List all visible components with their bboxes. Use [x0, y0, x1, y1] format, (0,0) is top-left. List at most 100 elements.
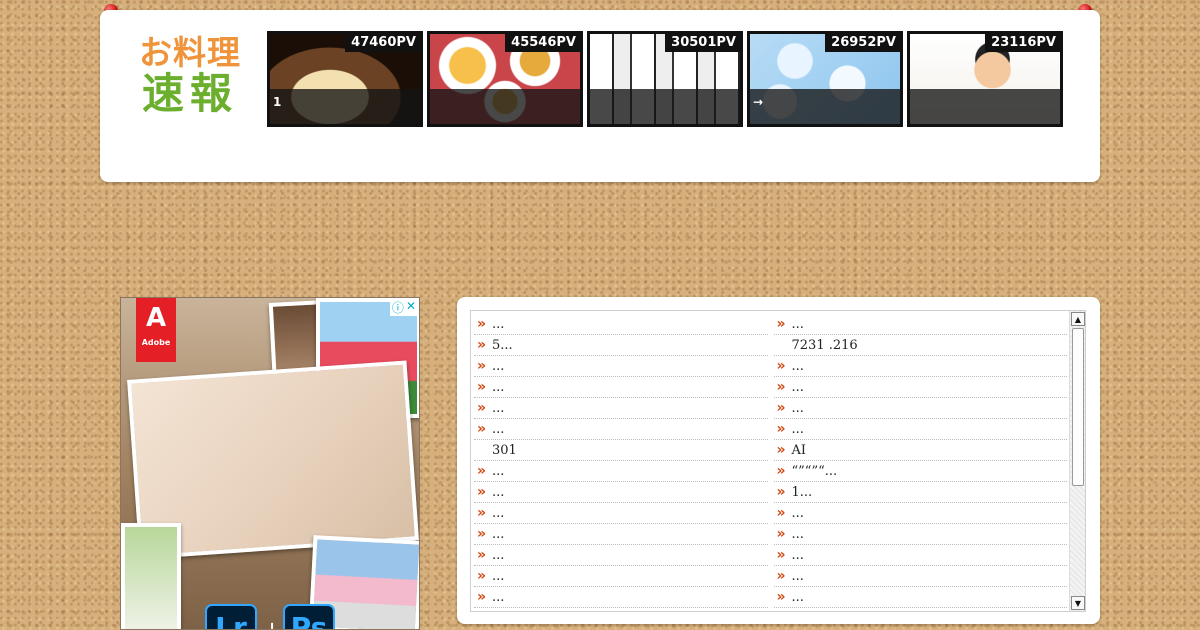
article-list-right: »...»7231 .216»...»...»...»...»AI»“”“”“.… — [773, 314, 1067, 608]
article-list-item[interactable]: »... — [474, 419, 768, 440]
double-chevron-right-icon: » — [776, 547, 786, 563]
article-list-item[interactable]: » 1... — [773, 482, 1067, 503]
article-list-item[interactable]: »... — [474, 503, 768, 524]
article-list-item[interactable]: »301 — [474, 440, 768, 461]
thumb-caption: → — [750, 89, 900, 124]
thumb-caption: 1 — [270, 89, 420, 124]
article-title[interactable]: ... — [492, 401, 504, 416]
ranking-thumbnails: 47460PV 1 45546PV 30501PV 26952PV → 2311… — [267, 31, 1063, 127]
article-list-item[interactable]: »... — [474, 482, 768, 503]
article-title[interactable]: 1... — [792, 485, 813, 500]
scroll-thumb[interactable] — [1072, 328, 1084, 486]
article-title[interactable]: ... — [792, 380, 804, 395]
article-list-item[interactable]: »... — [773, 545, 1067, 566]
article-title[interactable]: ... — [492, 548, 504, 563]
plus-sign: + — [262, 616, 283, 630]
double-chevron-right-icon: » — [477, 589, 487, 605]
ranking-thumb-3[interactable]: 30501PV — [587, 31, 743, 127]
adobe-text: Adobe — [141, 338, 171, 347]
article-title[interactable]: ... — [792, 506, 804, 521]
article-list-item[interactable]: »7231 .216 — [773, 335, 1067, 356]
ranking-thumb-1[interactable]: 47460PV 1 — [267, 31, 423, 127]
article-title[interactable]: ... — [792, 569, 804, 584]
double-chevron-right-icon: » — [477, 316, 487, 332]
double-chevron-right-icon: » — [776, 526, 786, 542]
scroll-down-icon[interactable]: ▼ — [1071, 596, 1085, 610]
pv-count: 47460PV — [345, 34, 420, 52]
double-chevron-right-icon: » — [776, 505, 786, 521]
article-list-item[interactable]: »... — [773, 314, 1067, 335]
article-title[interactable]: ... — [792, 422, 804, 437]
article-title[interactable]: ... — [492, 485, 504, 500]
double-chevron-right-icon: » — [477, 463, 487, 479]
article-title[interactable]: ... — [792, 527, 804, 542]
article-title[interactable]: 7231 .216 — [792, 338, 858, 353]
scroll-up-icon[interactable]: ▲ — [1071, 312, 1085, 326]
scrollbar[interactable]: ▲ ▼ — [1069, 311, 1085, 611]
article-list-item[interactable]: »... — [773, 377, 1067, 398]
double-chevron-right-icon: » — [776, 316, 786, 332]
article-list-item[interactable]: »... — [773, 419, 1067, 440]
article-list-item[interactable]: »... — [773, 356, 1067, 377]
article-list-item[interactable]: »... — [773, 587, 1067, 608]
article-list-item[interactable]: »... — [474, 356, 768, 377]
article-title[interactable]: ... — [492, 317, 504, 332]
article-title[interactable]: ... — [792, 401, 804, 416]
article-list-item[interactable]: »... — [773, 566, 1067, 587]
article-list-item[interactable]: »... — [773, 398, 1067, 419]
article-list-item[interactable]: » 5... — [474, 335, 768, 356]
article-title[interactable]: ... — [792, 590, 804, 605]
article-title[interactable]: “”“”“... — [792, 464, 838, 479]
article-list-item[interactable]: »... — [474, 524, 768, 545]
article-list-item[interactable]: »... — [474, 587, 768, 608]
double-chevron-right-icon: » — [477, 547, 487, 563]
ranking-thumb-2[interactable]: 45546PV — [427, 31, 583, 127]
article-title[interactable]: 5... — [492, 338, 513, 353]
pv-count: 45546PV — [505, 34, 580, 52]
article-title[interactable]: ... — [492, 359, 504, 374]
double-chevron-right-icon: » — [776, 421, 786, 437]
article-list-item[interactable]: » ... — [474, 566, 768, 587]
article-title[interactable]: ... — [492, 506, 504, 521]
ranking-thumb-4[interactable]: 26952PV → — [747, 31, 903, 127]
double-chevron-right-icon: » — [776, 442, 786, 458]
info-icon[interactable]: ⓘ — [392, 299, 404, 316]
article-title[interactable]: AI — [792, 443, 807, 458]
article-list-item[interactable]: »... — [773, 524, 1067, 545]
article-title[interactable]: ... — [492, 527, 504, 542]
article-list-item[interactable]: »... — [474, 314, 768, 335]
double-chevron-right-icon: » — [477, 568, 487, 584]
article-title[interactable]: ... — [492, 380, 504, 395]
article-title[interactable]: ... — [792, 359, 804, 374]
site-logo[interactable]: お料理 速報 — [135, 33, 245, 117]
article-title[interactable]: ... — [792, 317, 804, 332]
article-list-item[interactable]: » “”“”“... — [773, 461, 1067, 482]
article-title[interactable]: ... — [792, 548, 804, 563]
double-chevron-right-icon: » — [776, 400, 786, 416]
pv-count: 30501PV — [665, 34, 740, 52]
article-title[interactable]: ... — [492, 464, 504, 479]
double-chevron-right-icon: » — [776, 568, 786, 584]
article-list-item[interactable]: »... — [474, 461, 768, 482]
article-list-item[interactable]: »... — [474, 545, 768, 566]
article-list-frame: »...»5...»...»...»...»...»301»...»...»..… — [470, 310, 1086, 612]
double-chevron-right-icon: » — [477, 358, 487, 374]
logo-top-text: お料理 — [139, 33, 241, 72]
article-title[interactable]: 301 — [492, 443, 517, 458]
article-list-item[interactable]: »... — [474, 377, 768, 398]
ad-photo — [121, 523, 181, 629]
article-title[interactable]: ... — [492, 422, 504, 437]
article-list-item[interactable]: »... — [474, 398, 768, 419]
article-title[interactable]: ... — [492, 590, 504, 605]
ad-choices[interactable]: ⓘ ✕ — [389, 299, 418, 316]
article-list-item[interactable]: »... — [773, 503, 1067, 524]
double-chevron-right-icon: » — [776, 463, 786, 479]
ranking-thumb-5[interactable]: 23116PV — [907, 31, 1063, 127]
advertisement-banner[interactable]: A Adobe ⓘ ✕ Lr + Ps — [120, 297, 420, 630]
article-list-item[interactable]: » AI — [773, 440, 1067, 461]
adobe-symbol: A — [145, 303, 167, 333]
article-title[interactable]: ... — [492, 569, 504, 584]
pv-count: 26952PV — [825, 34, 900, 52]
thumb-caption — [910, 89, 1060, 124]
close-icon[interactable]: ✕ — [406, 299, 416, 316]
